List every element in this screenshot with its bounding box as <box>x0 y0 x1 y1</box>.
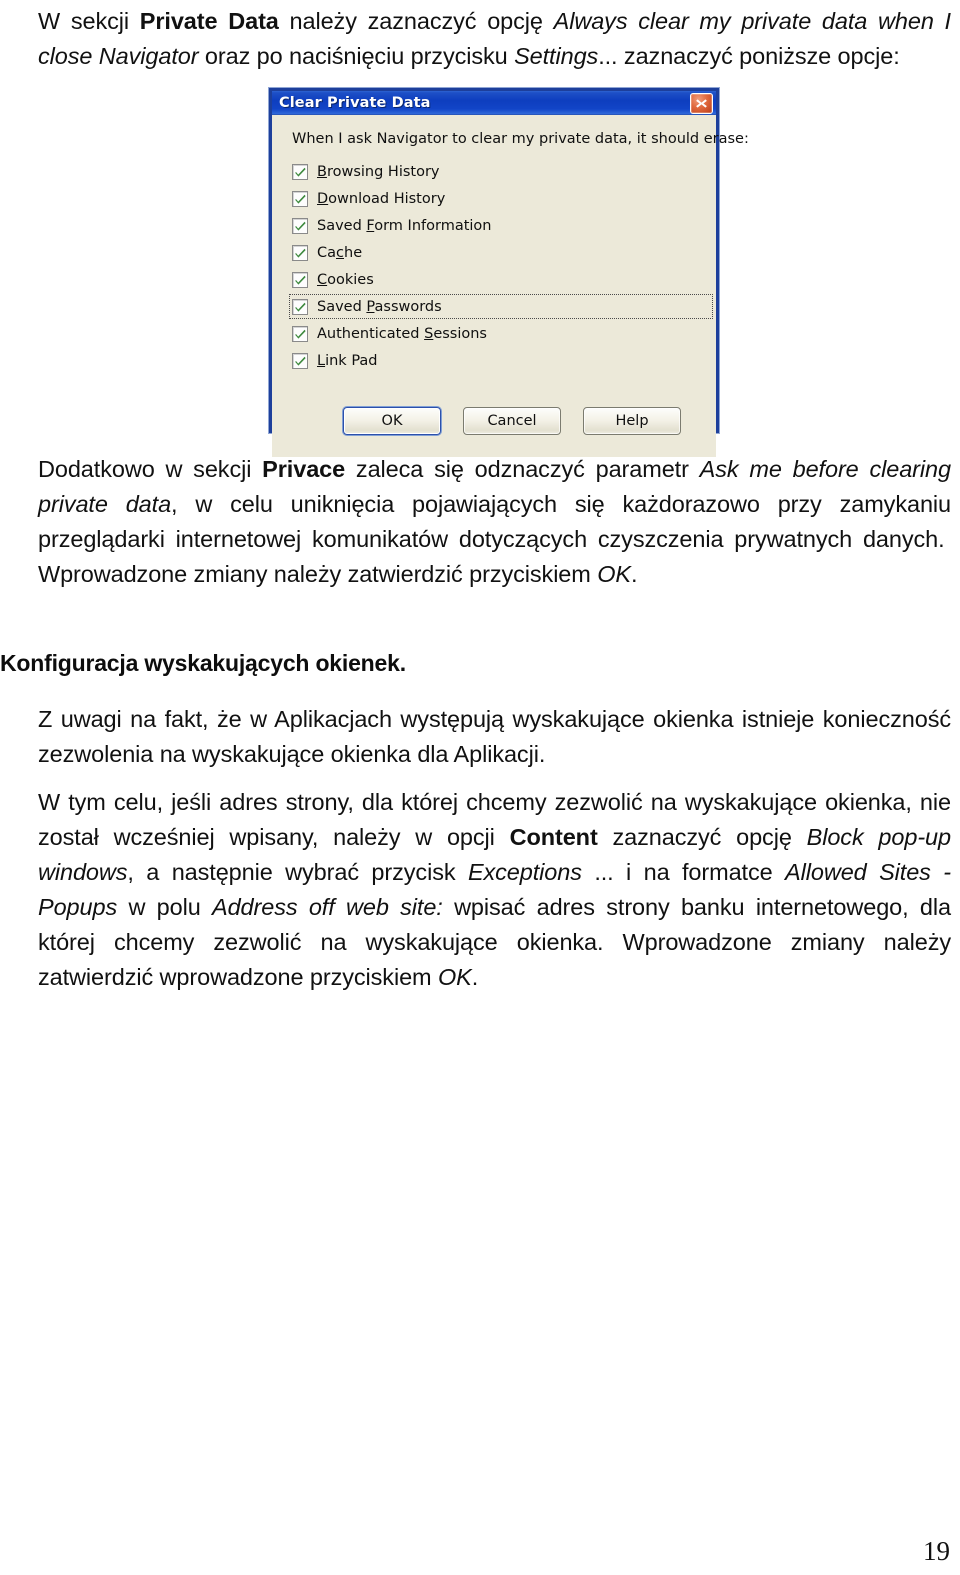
after-text-part2: zaleca się odznaczyć parametr <box>345 456 700 482</box>
intro-text-part3: oraz po naciśnięciu przycisku <box>198 43 515 69</box>
checkbox-row-link-pad[interactable]: Link Pad <box>290 347 700 374</box>
steps-text-part3: , a następnie wybrać przycisk <box>127 859 468 885</box>
help-button[interactable]: Help <box>583 407 681 435</box>
paragraph-after-dialog: Dodatkowo w sekcji Privace zaleca się od… <box>38 452 951 592</box>
heading-popup-config: Konfiguracja wyskakujących okienek. <box>0 650 406 676</box>
dialog-body: When I ask Navigator to clear my private… <box>272 115 749 457</box>
steps-text-part5: w polu <box>117 894 212 920</box>
paragraph-intro: W sekcji Private Data należy zaznaczyć o… <box>38 4 951 74</box>
checkbox-label-authenticated-sessions: Authenticated Sessions <box>317 326 487 342</box>
checkbox-link-pad[interactable] <box>292 352 308 369</box>
term-settings: Settings <box>514 43 599 69</box>
label-accel: c <box>336 244 344 261</box>
checkbox-label-cookies: Cookies <box>317 272 374 288</box>
label-prefix: Authenticated <box>317 325 425 342</box>
steps-text-part7: . <box>471 964 479 990</box>
checkbox-row-saved-passwords[interactable]: Saved Passwords <box>289 293 713 320</box>
checkbox-label-cache: Cache <box>317 245 362 261</box>
after-text-part1: Dodatkowo w sekcji <box>38 456 263 482</box>
dialog-titlebar: Clear Private Data <box>269 88 719 115</box>
checkbox-saved-passwords[interactable] <box>292 298 308 315</box>
label-suffix: rowsing History <box>326 163 440 180</box>
after-text-part3: , w celu uniknięcia pojawiających się ka… <box>38 491 951 587</box>
label-prefix: Ca <box>317 244 337 261</box>
document-page: W sekcji Private Data należy zaznaczyć o… <box>0 0 960 1575</box>
term-private-data: Private Data <box>139 8 279 34</box>
label-suffix: asswords <box>374 298 442 315</box>
label-suffix: he <box>344 244 363 261</box>
label-suffix: essions <box>433 325 487 342</box>
checkbox-cache[interactable] <box>292 244 308 261</box>
intro-text-part4: zaznaczyć poniższe opcje: <box>617 43 900 69</box>
checkbox-authenticated-sessions[interactable] <box>292 325 308 342</box>
paragraph-popup-steps: W tym celu, jeśli adres strony, dla któr… <box>38 785 951 995</box>
term-content: Content <box>509 824 598 850</box>
label-suffix: ookies <box>327 271 374 288</box>
intro-text-part2: należy zaznaczyć opcję <box>278 8 554 34</box>
term-exceptions: Exceptions <box>467 859 582 885</box>
term-ok-1: OK <box>597 561 631 587</box>
checkbox-browsing-history[interactable] <box>292 163 308 180</box>
label-accel: D <box>317 190 329 207</box>
label-accel: B <box>317 163 327 180</box>
steps-text-part2: zaznaczyć opcję <box>597 824 807 850</box>
checkbox-label-saved-passwords: Saved Passwords <box>317 299 442 315</box>
clear-private-data-dialog: Clear Private Data When I ask Navigator … <box>269 88 749 457</box>
checkbox-row-cache[interactable]: Cache <box>290 239 700 266</box>
intro-text-part1: W sekcji <box>38 8 140 34</box>
label-suffix: ownload History <box>328 190 446 207</box>
label-prefix: Saved <box>317 217 367 234</box>
label-accel: P <box>366 298 375 315</box>
label-suffix: ink Pad <box>325 352 378 369</box>
after-text-part4: . <box>630 561 638 587</box>
cancel-button[interactable]: Cancel <box>463 407 561 435</box>
ok-button[interactable]: OK <box>343 407 441 435</box>
label-accel: C <box>317 271 328 288</box>
clear-items-list: Browsing History Download History Saved … <box>289 158 713 374</box>
checkbox-label-download-history: Download History <box>317 191 445 207</box>
term-privace: Privace <box>262 456 346 482</box>
dialog-prompt: When I ask Navigator to clear my private… <box>292 131 749 147</box>
checkbox-download-history[interactable] <box>292 190 308 207</box>
steps-text-part4: ... i na formatce <box>581 859 786 885</box>
checkbox-row-saved-form-information[interactable]: Saved Form Information <box>290 212 700 239</box>
close-icon[interactable] <box>690 92 713 114</box>
dialog-title: Clear Private Data <box>279 95 431 111</box>
term-address-off-web-site: Address off web site: <box>212 894 443 920</box>
term-ok-2: OK <box>437 964 472 990</box>
checkbox-saved-form-information[interactable] <box>292 217 308 234</box>
checkbox-cookies[interactable] <box>292 271 308 288</box>
term-settings-ellipsis: ... <box>598 43 618 69</box>
checkbox-label-browsing-history: Browsing History <box>317 164 440 180</box>
checkbox-row-authenticated-sessions[interactable]: Authenticated Sessions <box>290 320 700 347</box>
checkbox-label-link-pad: Link Pad <box>317 353 378 369</box>
checkbox-label-saved-form-information: Saved Form Information <box>317 218 491 234</box>
checkbox-row-cookies[interactable]: Cookies <box>290 266 700 293</box>
label-suffix: orm Information <box>374 217 492 234</box>
label-accel: L <box>317 352 326 369</box>
checkbox-row-browsing-history[interactable]: Browsing History <box>290 158 700 185</box>
checkbox-row-download-history[interactable]: Download History <box>290 185 700 212</box>
label-prefix: Saved <box>317 298 367 315</box>
page-number: 19 <box>923 1536 950 1566</box>
label-accel: S <box>424 325 434 342</box>
paragraph-popup-intro: Z uwagi na fakt, że w Aplikacjach występ… <box>38 706 951 767</box>
dialog-button-bar: OK Cancel Help <box>272 407 716 435</box>
